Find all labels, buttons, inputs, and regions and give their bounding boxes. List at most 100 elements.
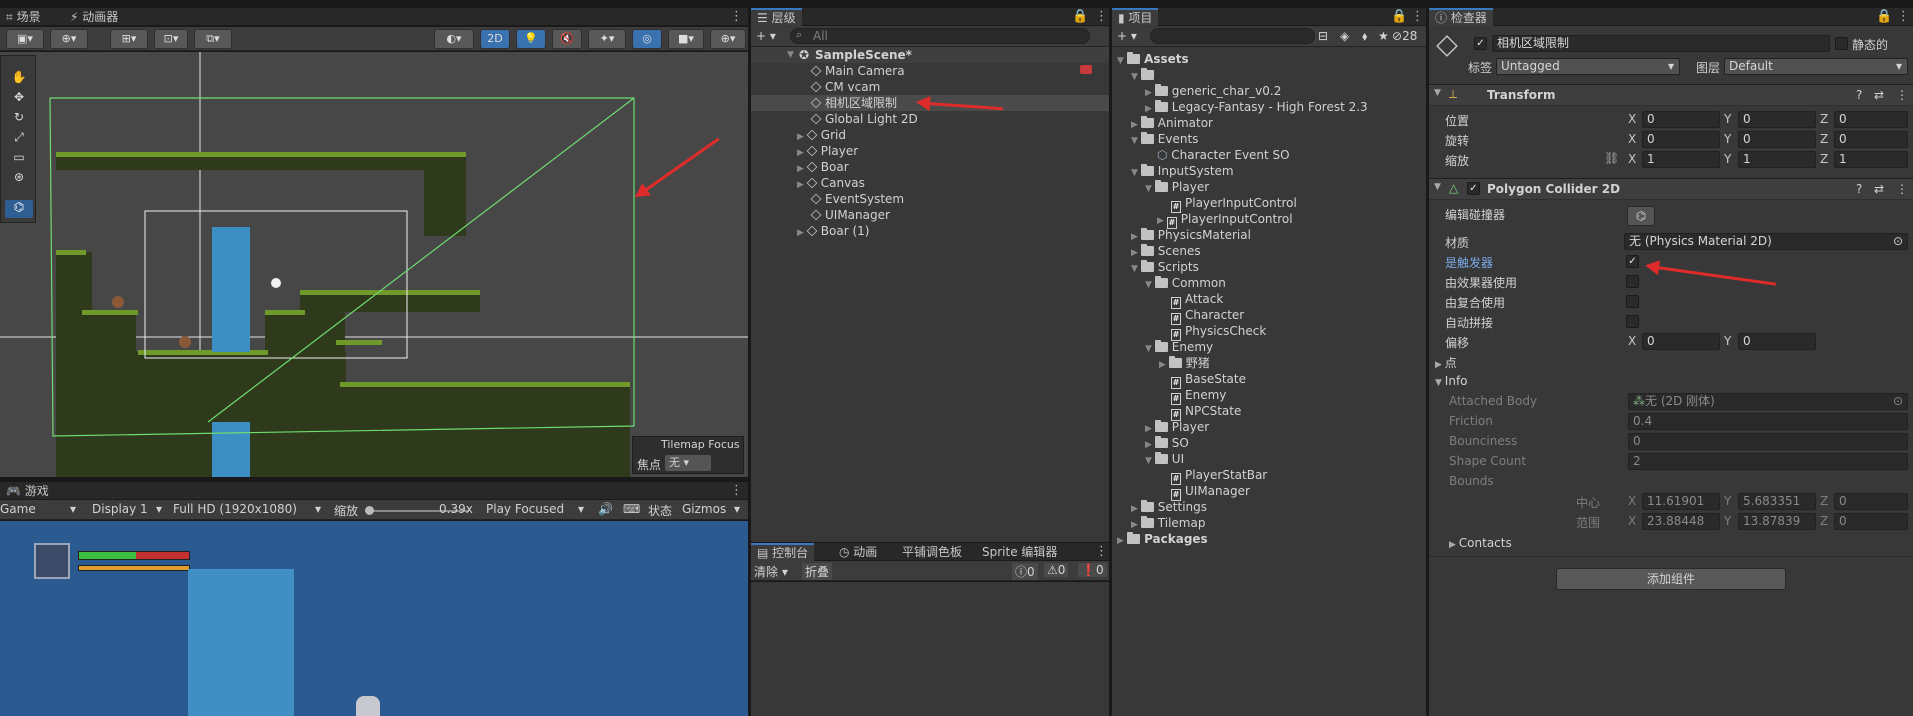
info-foldout[interactable]: ▼ Info — [1435, 374, 1468, 388]
console-menu-icon[interactable]: ⋮ — [1095, 545, 1108, 558]
hierarchy-item[interactable]: ▶ Boar — [797, 159, 849, 175]
project-item-asset[interactable]: ▶ # PlayerInputControl — [1157, 211, 1293, 229]
project-item-script[interactable]: # Enemy — [1171, 387, 1226, 405]
scale-x-field[interactable]: 1 — [1642, 151, 1720, 168]
inspector-lock-icon[interactable]: 🔒 — [1876, 10, 1892, 23]
project-item-script[interactable]: # NPCState — [1171, 403, 1241, 421]
project-item-folder[interactable]: ▶ Packages — [1117, 531, 1208, 547]
scale-z-field[interactable]: 1 — [1834, 151, 1908, 168]
project-item-folder[interactable]: ▼ — [1131, 67, 1158, 83]
project-item-script[interactable]: # Attack — [1171, 291, 1223, 309]
hierarchy-item[interactable]: ▶ Canvas — [797, 175, 865, 191]
tab-animator[interactable]: ⚡ 动画器 — [64, 8, 124, 26]
position-z-field[interactable]: 0 — [1834, 111, 1908, 128]
tab-console[interactable]: ▤ 控制台 — [751, 543, 815, 561]
collider-enabled-checkbox[interactable]: ✓ — [1467, 182, 1480, 195]
project-item-script[interactable]: # PlayerStatBar — [1171, 467, 1267, 485]
project-item-script[interactable]: # BaseState — [1171, 371, 1246, 389]
display-dropdown[interactable]: Display 1 ▾ — [92, 502, 166, 516]
layer-dropdown[interactable]: Default ▾ — [1724, 58, 1908, 75]
hand-tool-icon[interactable]: ✋ — [5, 70, 33, 88]
game-mode-dropdown[interactable]: Game ▾ — [0, 502, 80, 516]
search-by-type-icon[interactable]: ⊟ — [1318, 29, 1328, 43]
tilemap-focus-dropdown[interactable]: 无 ▾ — [665, 455, 711, 471]
project-item-folder[interactable]: ▶ Scenes — [1131, 243, 1201, 259]
effects-button[interactable]: ✦▾ — [588, 29, 626, 49]
console-log-count[interactable]: ⓘ0 — [1012, 563, 1038, 580]
is-trigger-checkbox[interactable]: ✓ — [1626, 255, 1639, 268]
project-item-script[interactable]: # PlayerInputControl — [1171, 195, 1297, 213]
project-menu-icon[interactable]: ⋮ — [1411, 10, 1424, 23]
project-item-folder[interactable]: ▼ InputSystem — [1131, 163, 1234, 179]
draw-mode-button[interactable]: ▣▾ — [6, 29, 44, 49]
auto-tiling-checkbox[interactable] — [1626, 315, 1639, 328]
resolution-dropdown[interactable]: Full HD (1920x1080) ▾ — [173, 502, 323, 516]
custom-tool-icon[interactable]: ⌬ — [5, 200, 33, 218]
help-icon[interactable]: ? — [1856, 88, 1862, 102]
tab-game[interactable]: 🎮 游戏 — [0, 482, 55, 500]
grid-snap-button[interactable]: ⊞▾ — [110, 29, 148, 49]
keyboard-icon[interactable]: ⌨ — [623, 502, 640, 516]
rotation-z-field[interactable]: 0 — [1834, 131, 1908, 148]
project-lock-icon[interactable]: 🔒 — [1391, 10, 1407, 23]
project-item-asset[interactable]: ⬡ Character Event SO — [1157, 147, 1290, 163]
console-collapse-button[interactable]: 折叠 — [802, 563, 833, 580]
console-warning-count[interactable]: ⚠0 — [1044, 563, 1069, 577]
tab-hierarchy[interactable]: ☰ 层级 — [751, 8, 802, 26]
project-item-folder[interactable]: ▼ Assets — [1117, 51, 1189, 67]
search-by-label-icon[interactable]: ◈ — [1340, 29, 1349, 43]
project-add-button[interactable]: + ▾ — [1117, 29, 1137, 43]
hierarchy-item[interactable]: Main Camera — [810, 63, 905, 79]
preset-icon[interactable]: ⇄ — [1874, 182, 1884, 196]
preset-icon[interactable]: ⇄ — [1874, 88, 1884, 102]
inspector-menu-icon[interactable]: ⋮ — [1897, 10, 1910, 23]
game-viewport[interactable] — [0, 521, 748, 716]
lighting-button[interactable]: 💡 — [516, 29, 546, 49]
component-menu-icon[interactable]: ⋮ — [1896, 182, 1908, 196]
project-item-folder[interactable]: ▶ SO — [1145, 435, 1189, 451]
used-by-composite-checkbox[interactable] — [1626, 295, 1639, 308]
link-icon[interactable]: ⛓ — [1604, 151, 1619, 165]
hierarchy-item[interactable]: EventSystem — [810, 191, 904, 207]
project-item-folder[interactable]: ▼ Scripts — [1131, 259, 1199, 275]
hierarchy-menu-icon[interactable]: ⋮ — [1095, 10, 1108, 23]
scene-menu-icon[interactable]: ⋮ — [730, 10, 743, 23]
project-item-folder[interactable]: ▶ Legacy-Fantasy - High Forest 2.3 — [1145, 99, 1368, 115]
gizmos-button[interactable]: ⊕▾ — [710, 29, 746, 49]
scene-viewport[interactable] — [0, 52, 748, 477]
mode-2d-button[interactable]: 2D — [480, 29, 510, 49]
play-mode-dropdown[interactable]: Play Focused ▾ — [486, 502, 590, 516]
edit-collider-button[interactable]: ⌬ — [1627, 206, 1655, 226]
console-clear-button[interactable]: 清除 ▾ — [754, 563, 788, 580]
component-menu-icon[interactable]: ⋮ — [1896, 88, 1908, 102]
rotate-tool-icon[interactable]: ↻ — [5, 110, 33, 128]
hierarchy-item[interactable]: CM vcam — [810, 79, 880, 95]
project-item-folder[interactable]: ▼ Events — [1131, 131, 1198, 147]
project-item-script[interactable]: # Character — [1171, 307, 1244, 325]
tab-scene[interactable]: ⌗ 场景 — [0, 8, 47, 26]
points-foldout[interactable]: ▶ 点 — [1435, 354, 1457, 371]
project-item-folder[interactable]: ▼ Enemy — [1145, 339, 1213, 355]
offset-y-field[interactable]: 0 — [1738, 333, 1816, 350]
contacts-foldout[interactable]: ▶ Contacts — [1449, 536, 1512, 550]
stats-button[interactable]: 状态 — [648, 502, 672, 519]
hierarchy-item[interactable]: UIManager — [810, 207, 890, 223]
tag-icon[interactable]: ⬧ — [1362, 29, 1367, 44]
transform-tool-icon[interactable]: ⊛ — [5, 170, 33, 188]
game-menu-icon[interactable]: ⋮ — [730, 484, 743, 497]
hierarchy-item[interactable]: ▶ Player — [797, 143, 858, 159]
project-item-folder[interactable]: ▶ Settings — [1131, 499, 1207, 515]
object-picker-icon[interactable]: ⊙ — [1893, 234, 1903, 249]
audio-button[interactable]: 🔇 — [552, 29, 582, 49]
tab-tile-palette[interactable]: 平铺调色板 — [896, 543, 968, 561]
hierarchy-item[interactable]: Global Light 2D — [810, 111, 918, 127]
project-item-folder[interactable]: ▶ Animator — [1131, 115, 1213, 131]
mute-icon[interactable]: 🔊 — [598, 502, 613, 516]
tab-inspector[interactable]: ⓘ 检查器 — [1429, 8, 1493, 26]
hierarchy-item[interactable]: ▶ Grid — [797, 127, 846, 143]
object-name-field[interactable]: 相机区域限制 — [1492, 35, 1830, 52]
project-item-script[interactable]: # UIManager — [1171, 483, 1250, 501]
rotation-x-field[interactable]: 0 — [1642, 131, 1720, 148]
project-item-folder[interactable]: ▼ Player — [1145, 179, 1209, 195]
active-checkbox[interactable]: ✓ — [1474, 37, 1487, 50]
